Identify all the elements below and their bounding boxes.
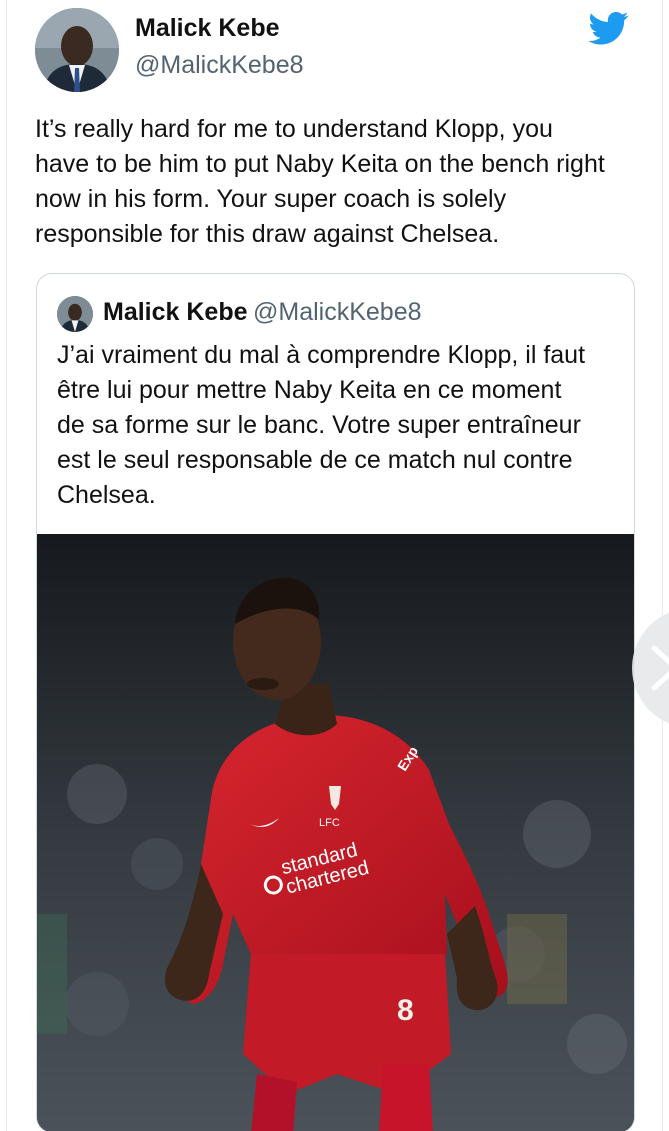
quoted-text-line: être lui pour mettre Naby Keita en ce mo… [57,376,562,404]
author-name[interactable]: Malick Kebe [135,14,280,43]
quoted-author-avatar [57,296,93,332]
quoted-text-line: J’ai vraiment du mal à comprendre Klopp,… [57,341,586,369]
quoted-tweet[interactable]: Malick Kebe @MalickKebe8 J’ai vraiment d… [36,273,635,1131]
chevron-right-icon [651,645,669,691]
quoted-text-line: de sa forme sur le banc. Votre super ent… [57,411,581,439]
author-avatar[interactable] [35,8,119,92]
quoted-text-line: est le seul responsable de ce match nul … [57,446,573,474]
shorts-number: 8 [397,994,414,1027]
quoted-tweet-text: J’ai vraiment du mal à comprendre Klopp,… [57,338,627,513]
tweet-text-line: now in his form. Your super coach is sol… [35,185,507,213]
tweet-card[interactable]: Malick Kebe @MalickKebe8 It’s really har… [6,0,663,1131]
club-crest-text: LFC [319,817,340,829]
quoted-text-line: Chelsea. [57,481,156,509]
twitter-bird-icon[interactable] [587,8,631,48]
tweet-text-line: responsible for this draw against Chelse… [35,220,500,248]
tweet-text-line: It’s really hard for me to understand Kl… [35,115,553,143]
author-handle[interactable]: @MalickKebe8 [135,51,304,80]
tweet-media-photo[interactable]: LFC standard chartered Exp 8 [37,534,634,1131]
tweet-text: It’s really hard for me to understand Kl… [35,112,645,252]
quoted-author-name: Malick Kebe [103,298,248,326]
tweet-text-line: have to be him to put Naby Keita on the … [35,150,605,178]
quoted-author-handle: @MalickKebe8 [253,298,422,326]
